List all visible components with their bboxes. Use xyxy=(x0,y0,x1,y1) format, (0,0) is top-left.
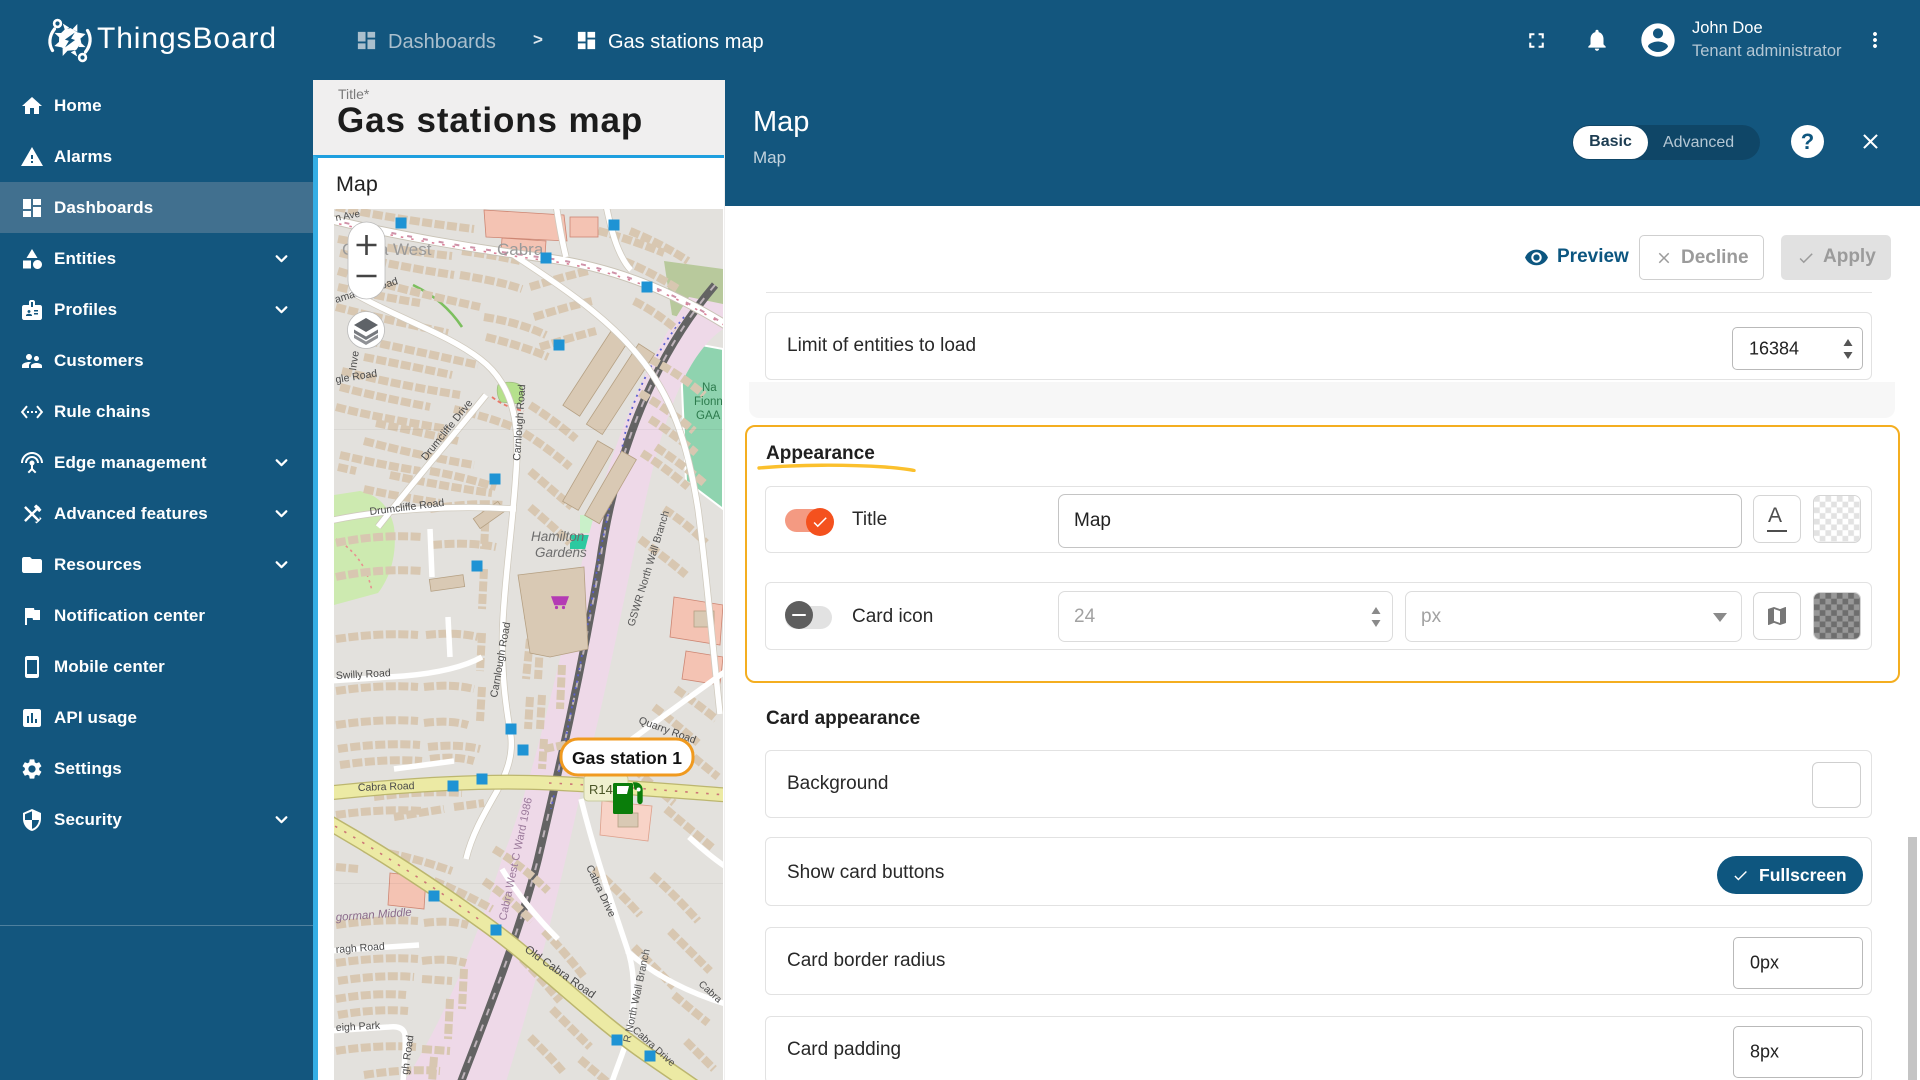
svg-text:Gardens: Gardens xyxy=(535,545,587,560)
svg-text:GAA: GAA xyxy=(696,410,721,422)
svg-text:Cabra Road: Cabra Road xyxy=(358,780,415,794)
svg-text:Cabra: Cabra xyxy=(497,240,544,259)
svg-text:Hamilton: Hamilton xyxy=(531,529,584,544)
svg-text:Na: Na xyxy=(702,382,717,394)
svg-text:eigh Park: eigh Park xyxy=(336,1020,382,1034)
svg-text:Gas station 1: Gas station 1 xyxy=(572,748,682,768)
svg-text:Fionn: Fionn xyxy=(694,396,723,408)
